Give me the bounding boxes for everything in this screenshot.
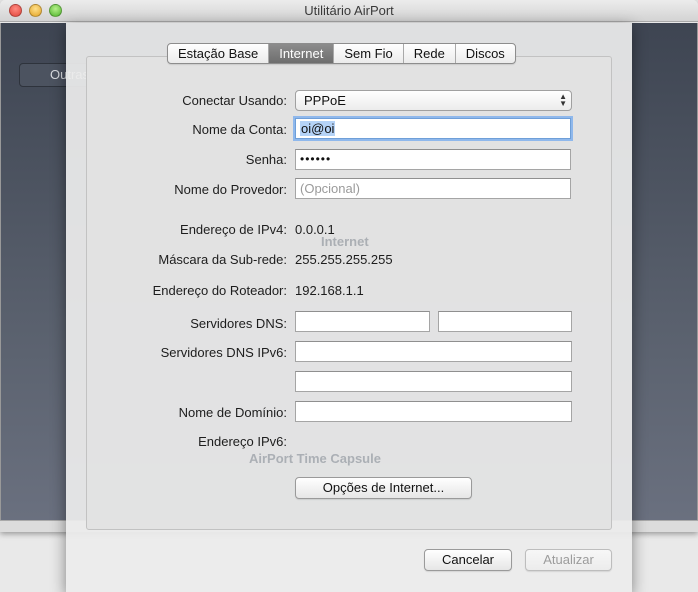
dns-ipv6-server-2-field[interactable] — [295, 371, 572, 392]
minimize-window-button[interactable] — [29, 4, 42, 17]
password-field[interactable]: •••••• — [295, 149, 571, 170]
ipv6-address-label: Endereço IPv6: — [198, 434, 287, 449]
dns-server-1-field[interactable] — [295, 311, 430, 332]
ghost-device-label: AirPort Time Capsule — [249, 451, 381, 466]
provider-name-field[interactable]: (Opcional) — [295, 178, 571, 199]
tab-disks[interactable]: Discos — [456, 44, 515, 63]
provider-name-label: Nome do Provedor: — [174, 182, 287, 197]
connect-using-value: PPPoE — [304, 93, 346, 108]
subnet-mask-label: Máscara da Sub-rede: — [158, 252, 287, 267]
dns-ipv6-servers-label: Servidores DNS IPv6: — [160, 345, 287, 360]
update-button[interactable]: Atualizar — [525, 549, 612, 571]
account-name-label: Nome da Conta: — [192, 122, 287, 137]
domain-name-label: Nome de Domínio: — [178, 405, 287, 420]
settings-tab-bar: Estação Base Internet Sem Fio Rede Disco… — [167, 43, 516, 64]
select-arrows-icon: ▲ ▼ — [559, 92, 567, 108]
ipv4-address-value: 0.0.0.1 — [295, 222, 335, 237]
account-name-field[interactable]: oi@oi — [295, 118, 571, 139]
cancel-button[interactable]: Cancelar — [424, 549, 512, 571]
title-bar: Utilitário AirPort — [0, 0, 698, 22]
tab-base-station[interactable]: Estação Base — [168, 44, 270, 63]
dns-ipv6-server-1-field[interactable] — [295, 341, 572, 362]
tab-wireless[interactable]: Sem Fio — [334, 44, 404, 63]
dns-server-2-field[interactable] — [438, 311, 572, 332]
domain-name-field[interactable] — [295, 401, 572, 422]
router-address-label: Endereço do Roteador: — [152, 283, 287, 298]
close-window-button[interactable] — [9, 4, 22, 17]
zoom-window-button[interactable] — [49, 4, 62, 17]
tab-internet[interactable]: Internet — [269, 44, 335, 63]
internet-options-button[interactable]: Opções de Internet... — [295, 477, 472, 499]
subnet-mask-value: 255.255.255.255 — [295, 252, 393, 267]
base-station-settings-sheet: Internet AirPort Time Capsule Estação Ba… — [66, 23, 632, 592]
dns-servers-label: Servidores DNS: — [190, 316, 287, 331]
router-address-value: 192.168.1.1 — [295, 283, 364, 298]
ipv4-address-label: Endereço de IPv4: — [180, 222, 287, 237]
connect-using-label: Conectar Usando: — [182, 93, 287, 108]
window-title: Utilitário AirPort — [304, 3, 394, 18]
password-label: Senha: — [245, 152, 287, 167]
tab-network[interactable]: Rede — [404, 44, 456, 63]
connect-using-select[interactable]: PPPoE ▲ ▼ — [295, 90, 572, 111]
account-name-value: oi@oi — [300, 121, 336, 136]
